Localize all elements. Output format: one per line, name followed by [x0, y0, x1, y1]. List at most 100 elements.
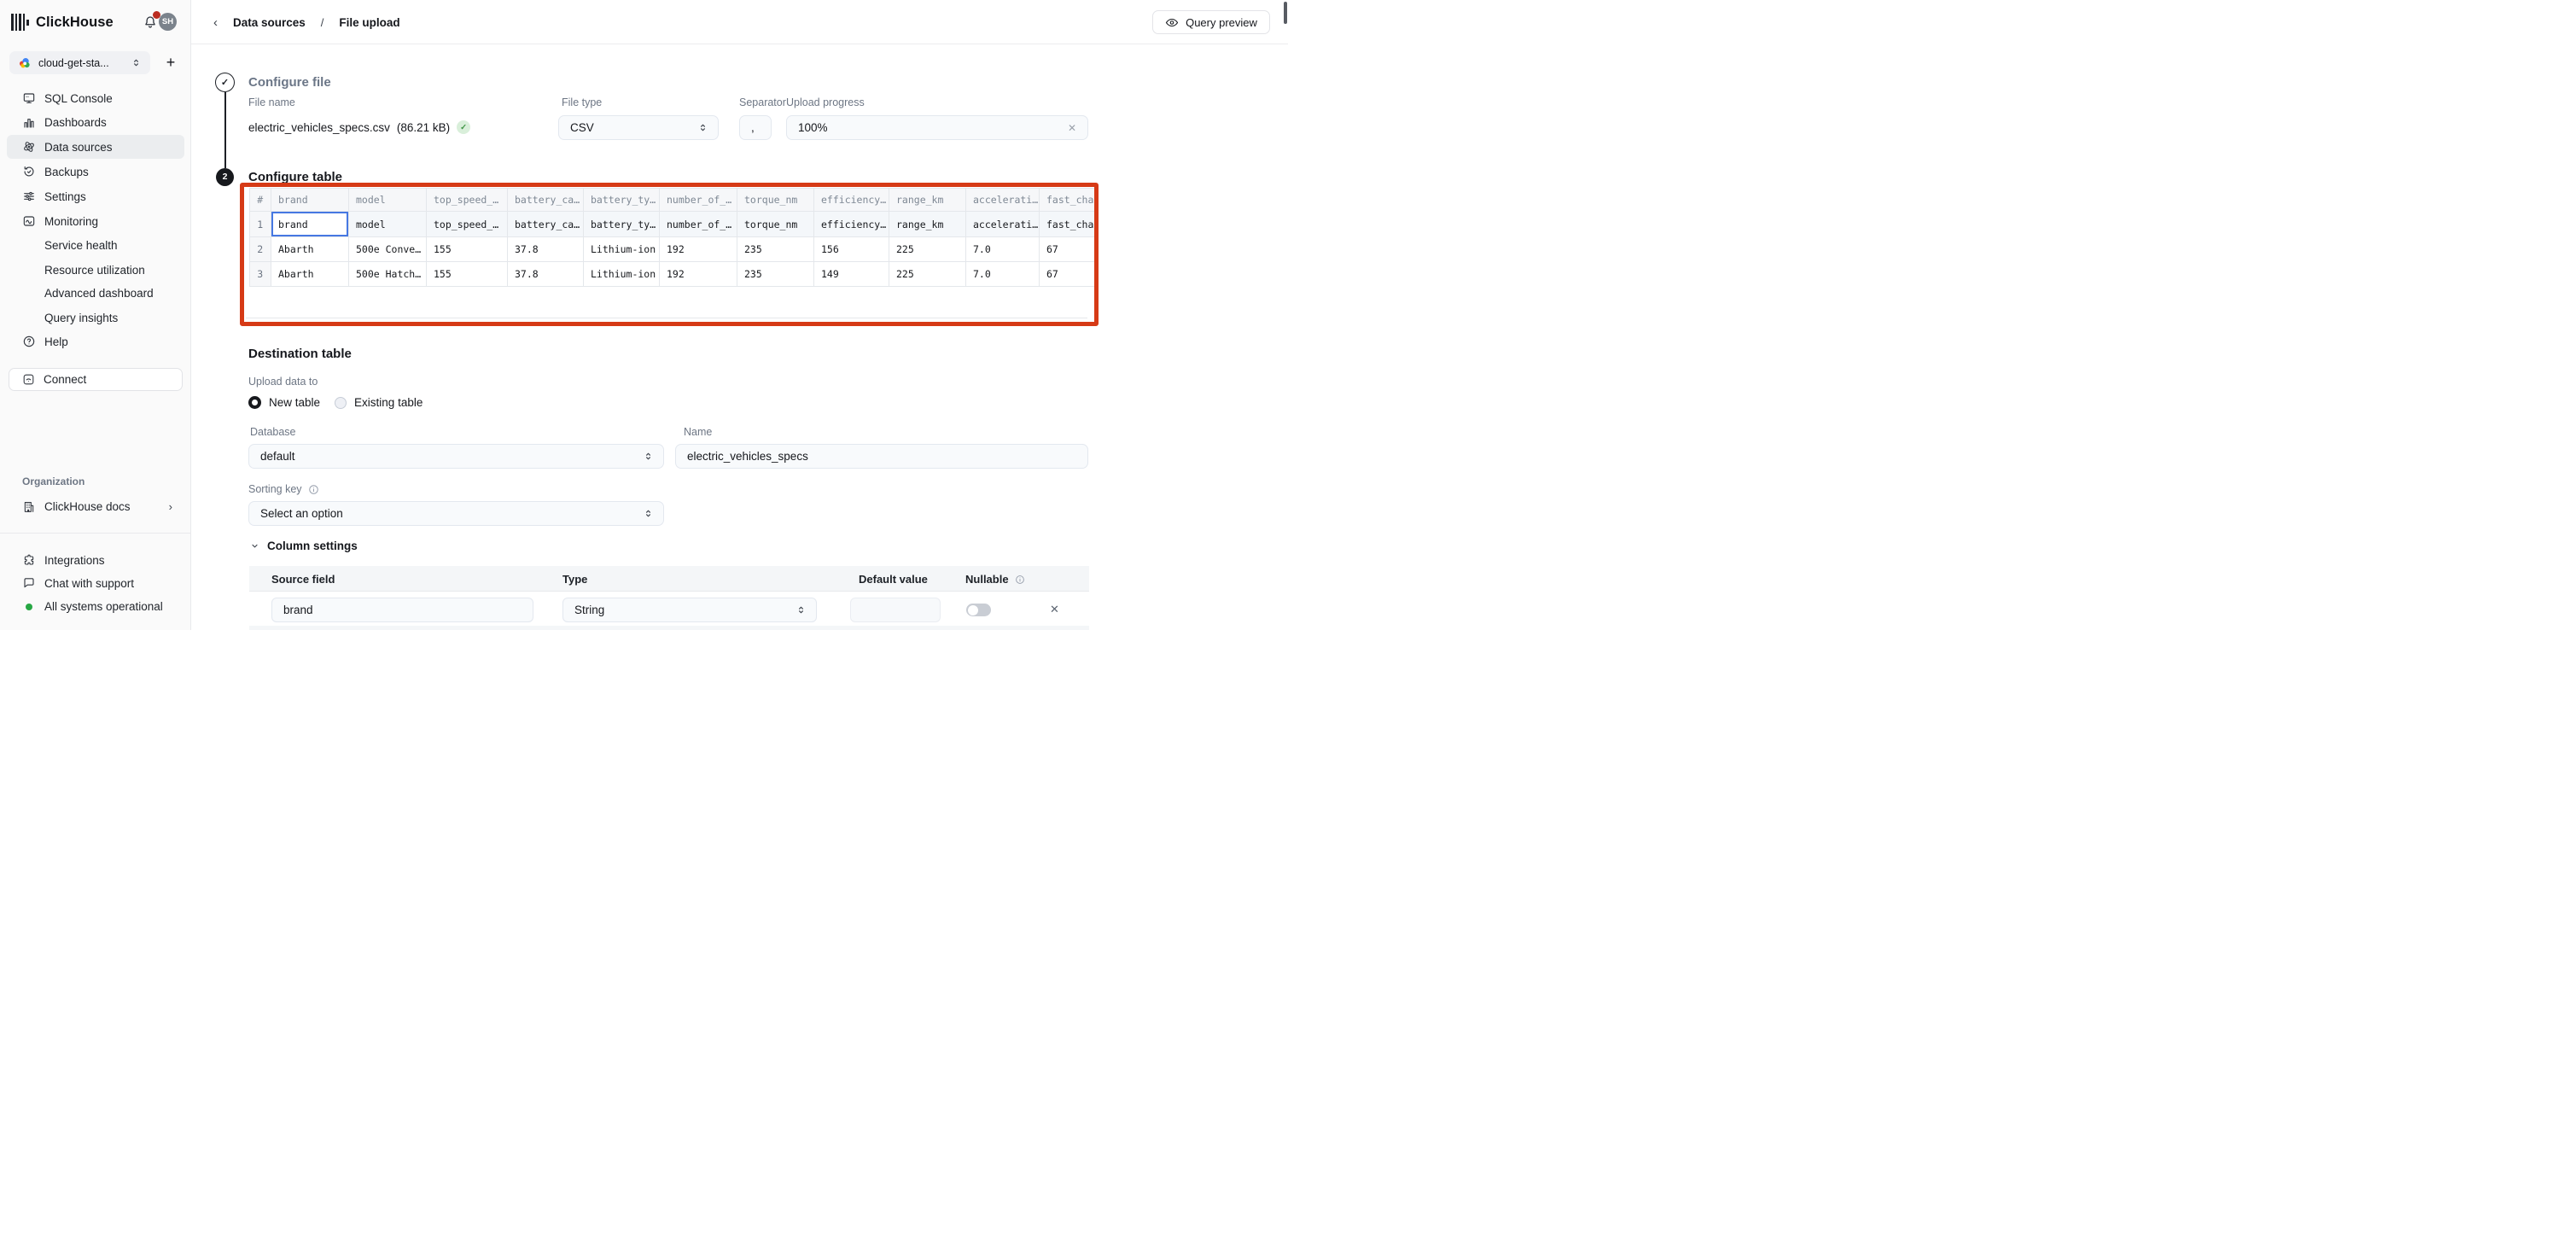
grid-cell[interactable]: Abarth — [271, 262, 349, 287]
info-icon[interactable] — [1015, 575, 1025, 585]
sidebar-item-data-sources[interactable]: Data sources — [0, 135, 191, 159]
nullable-header-row: Nullable — [965, 573, 1025, 586]
grid-cell[interactable]: 235 — [737, 262, 814, 287]
chevron-up-down-icon — [697, 122, 708, 133]
connect-button[interactable]: Connect — [9, 368, 183, 391]
nullable-toggle[interactable] — [966, 604, 991, 616]
grid-header-cell: battery_ca… — [508, 188, 584, 212]
sorting-key-select[interactable]: Select an option — [248, 501, 664, 526]
data-sources-icon — [22, 140, 36, 154]
grid-cell[interactable]: torque_nm — [737, 212, 814, 237]
grid-header-cell: battery_ty… — [584, 188, 660, 212]
grid-cell[interactable]: 67 — [1040, 262, 1099, 287]
sidebar-item-clickhouse-docs[interactable]: ClickHouse docs › — [0, 495, 191, 519]
sidebar-item-service-health[interactable]: Service health — [0, 234, 191, 258]
grid-cell[interactable]: 500e Hatch… — [349, 262, 427, 287]
step-connector-line — [224, 92, 226, 168]
grid-cell[interactable]: 192 — [660, 262, 737, 287]
grid-cell[interactable]: 149 — [814, 262, 889, 287]
grid-cell[interactable]: accelerati… — [966, 212, 1040, 237]
grid-cell[interactable]: 192 — [660, 237, 737, 262]
grid-cell[interactable]: model — [349, 212, 427, 237]
app-window: ClickHouse SH cloud-g — [0, 0, 1288, 630]
grid-header-cell: torque_nm — [737, 188, 814, 212]
grid-cell[interactable]: battery_ty… — [584, 212, 660, 237]
column-settings-toggle[interactable]: Column settings — [250, 538, 358, 553]
avatar[interactable]: SH — [159, 13, 177, 31]
clickhouse-logo-icon — [11, 14, 29, 31]
grid-cell[interactable]: 155 — [427, 262, 508, 287]
toggle-knob — [968, 605, 978, 615]
grid-cell[interactable]: Lithium-ion — [584, 237, 660, 262]
grid-cell[interactable]: fast_cha — [1040, 212, 1099, 237]
clear-upload-icon[interactable]: ✕ — [1068, 122, 1076, 134]
grid-cell[interactable]: efficiency… — [814, 212, 889, 237]
existing-table-radio[interactable] — [335, 397, 347, 409]
grid-cell[interactable]: top_speed_… — [427, 212, 508, 237]
separator-input[interactable]: , — [739, 115, 772, 140]
table-name-input[interactable]: electric_vehicles_specs — [675, 444, 1088, 469]
sidebar-item-integrations[interactable]: Integrations — [0, 549, 191, 573]
grid-header-cell: # — [249, 188, 272, 212]
grid-cell[interactable]: battery_ca… — [508, 212, 584, 237]
file-type-select[interactable]: CSV — [558, 115, 719, 140]
sidebar-item-sql-console[interactable]: SQL Console — [0, 86, 191, 110]
type-select[interactable]: String — [562, 598, 817, 622]
query-preview-button[interactable]: Query preview — [1152, 10, 1270, 34]
notifications-button[interactable] — [143, 15, 158, 30]
grid-cell[interactable]: 225 — [889, 262, 966, 287]
breadcrumb-data-sources[interactable]: Data sources — [233, 16, 306, 29]
sidebar-item-resource-utilization[interactable]: Resource utilization — [0, 258, 191, 282]
sidebar-item-settings[interactable]: Settings — [0, 184, 191, 208]
chevron-up-down-icon — [131, 57, 142, 68]
separator-label: Separator — [739, 96, 786, 108]
new-table-radio[interactable] — [248, 396, 261, 409]
grid-cell[interactable]: Lithium-ion — [584, 262, 660, 287]
default-value-input[interactable] — [850, 598, 941, 622]
column-settings-title: Column settings — [267, 540, 358, 552]
sidebar-item-monitoring[interactable]: Monitoring — [0, 209, 191, 233]
grid-cell[interactable]: Abarth — [271, 237, 349, 262]
sidebar-item-query-insights[interactable]: Query insights — [0, 306, 191, 330]
service-selector[interactable]: cloud-get-sta... — [9, 51, 150, 74]
breadcrumb: ‹ Data sources / File upload — [213, 15, 400, 30]
new-table-label: New table — [269, 396, 320, 409]
chevron-up-down-icon — [643, 451, 654, 462]
grid-cell[interactable]: 155 — [427, 237, 508, 262]
check-icon: ✓ — [221, 77, 229, 88]
scrollbar-thumb[interactable] — [1284, 2, 1287, 24]
source-field-input[interactable]: brand — [271, 598, 533, 622]
grid-cell[interactable]: 500e Conve… — [349, 237, 427, 262]
grid-cell[interactable]: 1 — [249, 212, 272, 237]
sidebar-item-label: Backups — [44, 166, 89, 178]
grid-cell[interactable]: brand — [271, 212, 349, 237]
grid-cell[interactable]: 3 — [249, 262, 272, 287]
back-button[interactable]: ‹ — [213, 15, 218, 30]
grid-cell[interactable]: number_of_… — [660, 212, 737, 237]
database-select[interactable]: default — [248, 444, 664, 469]
sidebar-item-dashboards[interactable]: Dashboards — [0, 111, 191, 135]
remove-column-icon[interactable]: ✕ — [1050, 603, 1059, 616]
add-service-button[interactable]: + — [162, 51, 179, 74]
sidebar-item-backups[interactable]: Backups — [0, 160, 191, 184]
grid-cell[interactable]: 37.8 — [508, 262, 584, 287]
grid-cell[interactable]: 2 — [249, 237, 272, 262]
upload-progress-label: Upload progress — [786, 96, 865, 108]
sidebar-divider — [0, 533, 190, 534]
grid-cell[interactable]: 67 — [1040, 237, 1099, 262]
info-icon[interactable] — [308, 484, 319, 495]
upload-progress-input[interactable]: 100% ✕ — [786, 115, 1088, 140]
grid-cell[interactable]: range_km — [889, 212, 966, 237]
logo[interactable]: ClickHouse — [11, 13, 114, 32]
grid-cell[interactable]: 7.0 — [966, 262, 1040, 287]
grid-cell[interactable]: 156 — [814, 237, 889, 262]
grid-cell[interactable]: 225 — [889, 237, 966, 262]
grid-cell[interactable]: 7.0 — [966, 237, 1040, 262]
grid-cell[interactable]: 235 — [737, 237, 814, 262]
sidebar-item-chat-support[interactable]: Chat with support — [0, 571, 191, 595]
grid-cell[interactable]: 37.8 — [508, 237, 584, 262]
sidebar-item-help[interactable]: Help — [0, 330, 191, 353]
sidebar-item-system-status[interactable]: All systems operational — [0, 595, 191, 619]
status-dot-icon — [26, 604, 32, 610]
sidebar-item-advanced-dashboard[interactable]: Advanced dashboard — [0, 282, 191, 306]
